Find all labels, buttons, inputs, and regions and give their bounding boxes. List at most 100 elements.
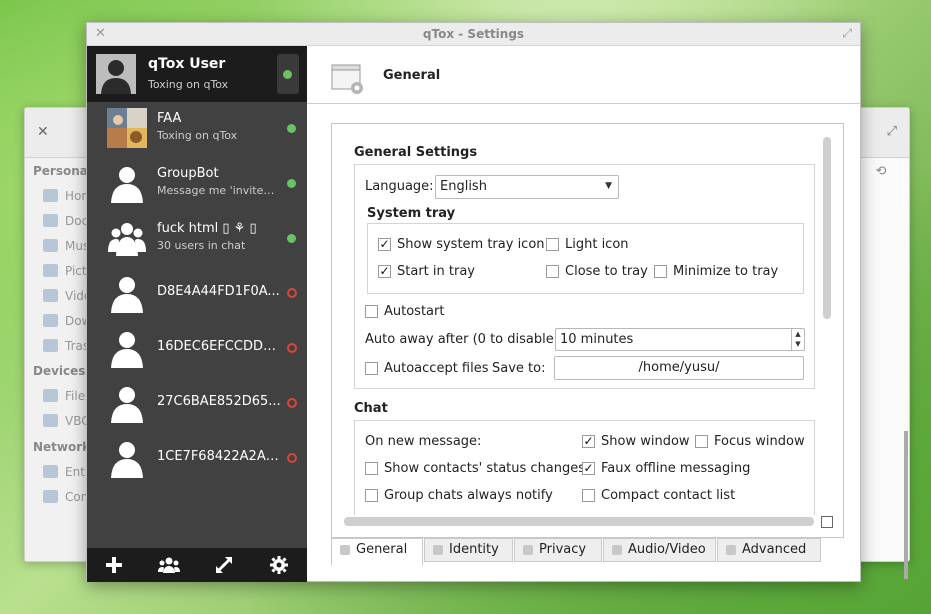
language-select[interactable]: English ▼ [435, 175, 619, 199]
webcam-icon [612, 545, 622, 555]
faux-offline-label[interactable]: Faux offline messaging [601, 461, 750, 476]
places-section-network: Network [33, 440, 91, 454]
start-in-tray-label[interactable]: Start in tray [397, 264, 475, 279]
settings-page-title: General [383, 68, 441, 83]
contact-name: D8E4A44FD1F0A... [157, 284, 280, 299]
profile-panel[interactable]: qTox User Toxing on qTox [87, 46, 307, 102]
minimize-to-tray-label[interactable]: Minimize to tray [673, 264, 778, 279]
trash-icon [43, 339, 58, 352]
user-avatar-icon [107, 273, 147, 313]
history-icon[interactable]: ⟲ [863, 164, 899, 182]
auto-away-spinbox[interactable]: 10 minutes ▲ ▼ [555, 328, 805, 351]
autoaccept-files-checkbox[interactable] [365, 362, 378, 375]
disc-icon [43, 414, 58, 427]
tab-label: Audio/Video [628, 542, 706, 557]
chat-settings-group: On new message: ✓ Show window Focus wind… [354, 420, 815, 515]
contact-photo [107, 108, 147, 148]
tab-identity[interactable]: Identity [424, 538, 513, 562]
show-tray-icon-checkbox[interactable]: ✓ [378, 238, 391, 251]
places-section-personal: Personal [33, 164, 92, 178]
start-in-tray-checkbox[interactable]: ✓ [378, 265, 391, 278]
vertical-scrollbar[interactable] [823, 137, 831, 319]
network-icon [43, 465, 58, 478]
outer-scrollbar[interactable] [904, 431, 908, 579]
maximize-icon[interactable]: ⤢ [842, 26, 852, 41]
music-icon [43, 239, 58, 252]
contact-list-item[interactable]: fuck html ▯ ⚘ ▯ 30 users in chat [87, 212, 307, 267]
online-status-icon [287, 179, 296, 188]
save-to-path-button[interactable]: /home/yusu/ [554, 356, 804, 380]
user-avatar-icon[interactable] [96, 54, 136, 94]
contact-list-item[interactable]: 27C6BAE852D65... [87, 377, 307, 432]
create-group-button[interactable] [157, 555, 181, 575]
contact-list-item[interactable]: 16DEC6EFCCDD7... [87, 322, 307, 377]
group-icon [158, 557, 180, 573]
close-to-tray-checkbox[interactable] [546, 265, 559, 278]
qtox-settings-window: ✕ qTox - Settings ⤢ qTox User Toxing on … [86, 22, 908, 582]
contact-name: 16DEC6EFCCDD7... [157, 339, 282, 354]
scroll-corner [821, 516, 833, 528]
light-icon-checkbox[interactable] [546, 238, 559, 251]
show-window-label[interactable]: Show window [601, 434, 690, 449]
autoaccept-files-label[interactable]: Autoaccept files [384, 361, 489, 376]
group-notify-label[interactable]: Group chats always notify [384, 488, 553, 503]
on-new-message-label: On new message: [365, 434, 482, 449]
autostart-label[interactable]: Autostart [384, 304, 444, 319]
show-tray-icon-label[interactable]: Show system tray icon [397, 237, 545, 252]
status-changes-label[interactable]: Show contacts' status changes [384, 461, 585, 476]
focus-window-checkbox[interactable] [695, 435, 708, 448]
offline-status-icon [287, 343, 297, 353]
online-status-icon [287, 124, 296, 133]
tab-general[interactable]: General [331, 538, 423, 566]
places-section-devices: Devices [33, 364, 86, 378]
horizontal-scrollbar[interactable] [344, 517, 814, 526]
user-avatar-icon [107, 438, 147, 478]
chat-title: Chat [354, 401, 388, 416]
group-notify-checkbox[interactable] [365, 489, 378, 502]
general-settings-title: General Settings [354, 145, 478, 160]
offline-status-icon [287, 453, 297, 463]
autostart-checkbox[interactable] [365, 305, 378, 318]
add-contact-button[interactable] [102, 555, 126, 575]
contact-status-message: Toxing on qTox [157, 129, 238, 142]
home-icon [43, 189, 58, 202]
tab-label: Privacy [539, 542, 587, 557]
plus-icon [106, 557, 122, 573]
compact-list-checkbox[interactable] [582, 489, 595, 502]
profile-status-message[interactable]: Toxing on qTox [148, 78, 228, 91]
file-manager-expand-icon[interactable]: ⤢ [887, 124, 897, 139]
contact-name: fuck html ▯ ⚘ ▯ [157, 221, 257, 236]
drive-icon [43, 389, 58, 402]
compact-list-label[interactable]: Compact contact list [601, 488, 735, 503]
profile-name[interactable]: qTox User [148, 56, 225, 72]
user-avatar-icon [107, 163, 147, 203]
contact-list-item[interactable]: GroupBot Message me 'invite' to get invit… [87, 157, 307, 212]
documents-icon [43, 214, 58, 227]
online-status-icon [287, 234, 296, 243]
contact-list-item[interactable]: D8E4A44FD1F0A... [87, 267, 307, 322]
contact-list-item[interactable]: 1CE7F68422A2A8... [87, 432, 307, 487]
contact-list-item[interactable]: FAA Toxing on qTox [87, 102, 307, 157]
user-avatar-icon [107, 383, 147, 423]
tab-label: Advanced [742, 542, 807, 557]
faux-offline-checkbox[interactable]: ✓ [582, 462, 595, 475]
tab-audio-video[interactable]: Audio/Video [603, 538, 716, 562]
tab-advanced[interactable]: Advanced [717, 538, 821, 562]
transfer-arrows-icon [216, 557, 232, 573]
focus-window-label[interactable]: Focus window [714, 434, 805, 449]
tab-label: Identity [449, 542, 499, 557]
tab-privacy[interactable]: Privacy [514, 538, 602, 562]
file-transfers-button[interactable] [212, 555, 236, 575]
show-window-checkbox[interactable]: ✓ [582, 435, 595, 448]
contact-sidebar: qTox User Toxing on qTox FAA Toxing on qT… [87, 46, 307, 582]
file-manager-close-icon[interactable]: ✕ [37, 124, 49, 140]
contact-name: FAA [157, 111, 182, 126]
advanced-tab-icon [726, 545, 736, 555]
offline-status-icon [287, 398, 297, 408]
minimize-to-tray-checkbox[interactable] [654, 265, 667, 278]
light-icon-label[interactable]: Light icon [565, 237, 629, 252]
close-to-tray-label[interactable]: Close to tray [565, 264, 648, 279]
status-changes-checkbox[interactable] [365, 462, 378, 475]
spin-arrows-icon[interactable]: ▲ ▼ [791, 329, 804, 350]
settings-button[interactable] [267, 555, 291, 575]
